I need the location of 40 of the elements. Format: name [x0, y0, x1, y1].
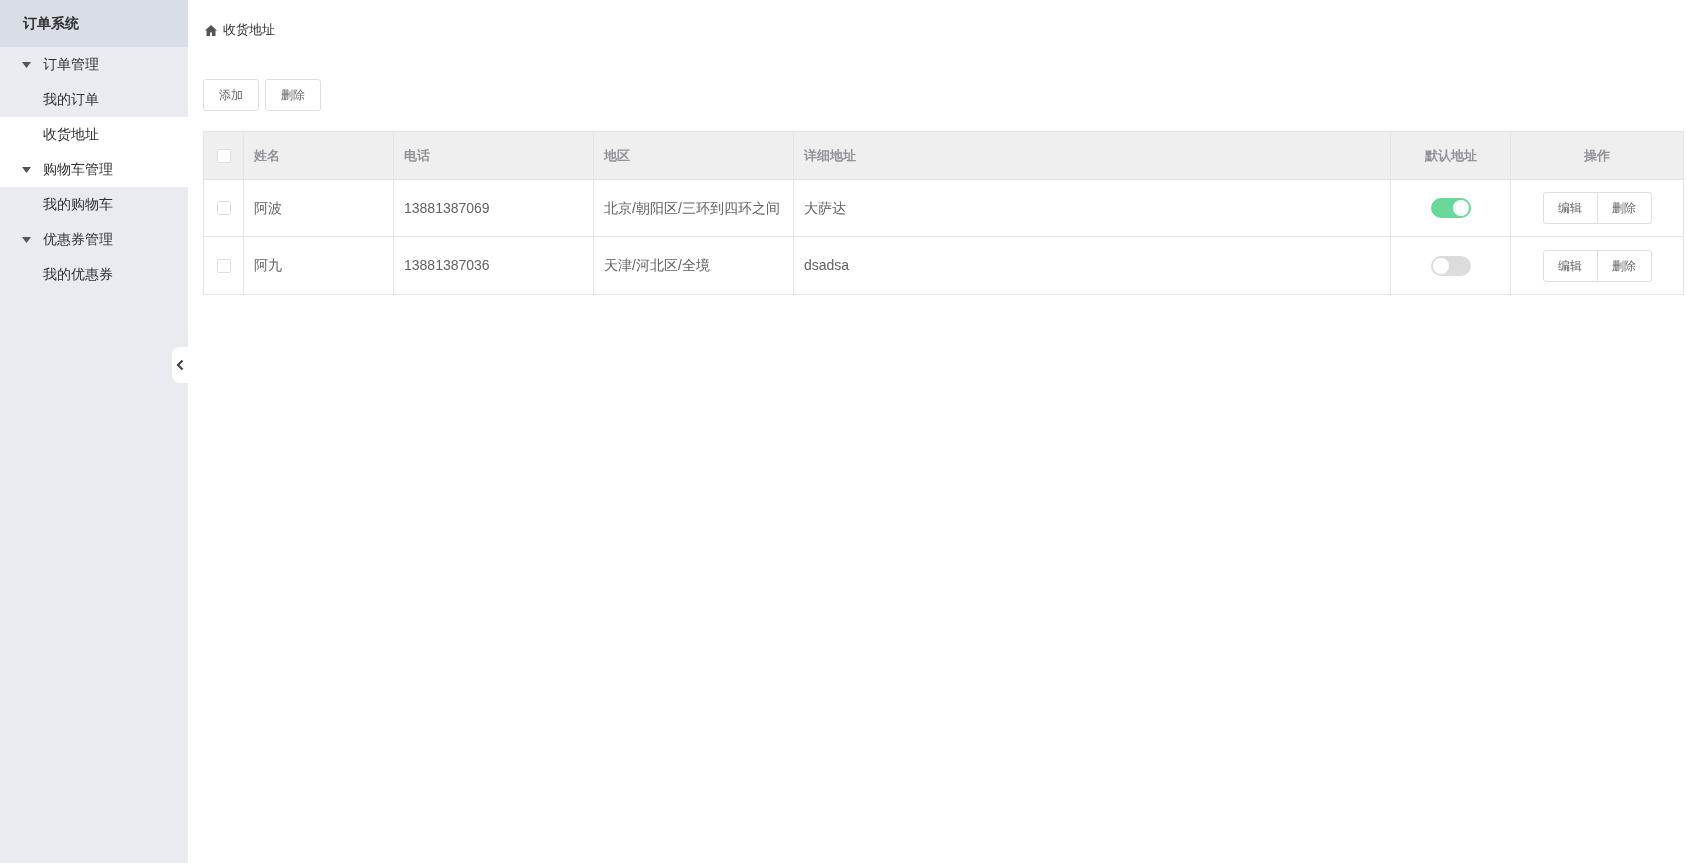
table-cell-text: 13881387069	[404, 198, 490, 218]
action-button[interactable]: 删除	[1596, 192, 1652, 224]
sidebar-item[interactable]: 我的优惠券	[0, 257, 188, 292]
checkbox[interactable]	[216, 201, 231, 215]
toggle-switch[interactable]	[1430, 255, 1471, 276]
checkbox[interactable]	[216, 258, 231, 273]
action-button[interactable]: 删除	[1596, 249, 1652, 282]
sidebar-item[interactable]: 收货地址	[0, 117, 188, 152]
table-cell-text: 阿波	[254, 198, 282, 218]
toggle-switch[interactable]	[1430, 198, 1471, 218]
table-cell-text: 阿九	[254, 256, 282, 275]
collapse-handle[interactable]	[172, 347, 188, 383]
column-header: 电话	[404, 146, 430, 165]
column-header: 地区	[604, 146, 630, 165]
sidebar-group[interactable]: 优惠券管理	[0, 222, 188, 257]
action-button[interactable]: 编辑	[1542, 192, 1598, 224]
column-header: 默认地址	[1424, 146, 1477, 165]
sidebar-item[interactable]: 我的购物车	[0, 187, 188, 222]
action-button[interactable]: 编辑	[1542, 249, 1598, 282]
toolbar-button[interactable]: 添加	[203, 79, 259, 111]
sidebar-item[interactable]: 我的订单	[0, 82, 188, 117]
table-cell-text: 天津/河北区/全境	[604, 256, 710, 275]
table-cell-text: dsadsa	[804, 256, 850, 275]
table-cell-text: 13881387036	[404, 256, 490, 275]
chevron-left-icon	[176, 359, 184, 371]
toolbar-button[interactable]: 删除	[265, 79, 321, 111]
sidebar-group[interactable]: 购物车管理	[0, 152, 188, 187]
breadcrumb[interactable]: 收货地址	[223, 20, 275, 40]
home-icon	[205, 24, 217, 36]
column-header: 姓名	[254, 146, 280, 165]
caret-icon	[22, 236, 31, 243]
checkbox[interactable]	[216, 148, 231, 163]
sidebar-title: 订单系统	[0, 0, 188, 47]
column-header: 详细地址	[804, 146, 856, 165]
caret-icon	[22, 61, 31, 68]
table-cell-text: 北京/朝阳区/三环到四环之间	[604, 198, 780, 218]
caret-icon	[22, 166, 31, 173]
sidebar-group[interactable]: 订单管理	[0, 47, 188, 82]
table-cell-text: 大萨达	[804, 198, 846, 218]
column-header: 操作	[1584, 146, 1610, 165]
